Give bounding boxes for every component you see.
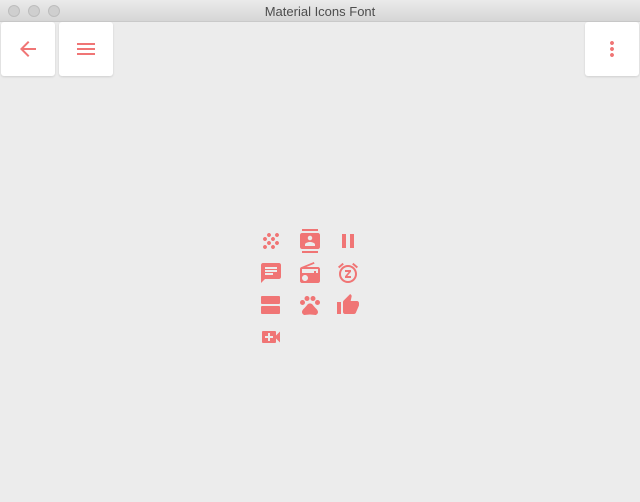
more-options-button[interactable] [585,22,639,76]
pause-icon [342,234,354,248]
menu-button[interactable] [59,22,113,76]
grain-icon [263,233,279,249]
chat-icon [261,263,281,283]
pets-icon [300,296,320,316]
app-window: Material Icons Font [0,0,640,502]
radio-icon [300,262,320,283]
snooze-icon [338,262,358,283]
arrow-back-icon [20,41,36,57]
more-vert-icon [610,41,614,57]
thumb-up-icon [337,294,359,314]
title-bar: Material Icons Font [0,0,640,22]
back-button[interactable] [1,22,55,76]
video-call-icon [262,331,280,343]
window-title: Material Icons Font [264,4,376,19]
icons-grid [259,229,369,349]
menu-icon [77,43,95,55]
contact-mail-icon [300,229,320,253]
view-agenda-icon [261,296,280,314]
